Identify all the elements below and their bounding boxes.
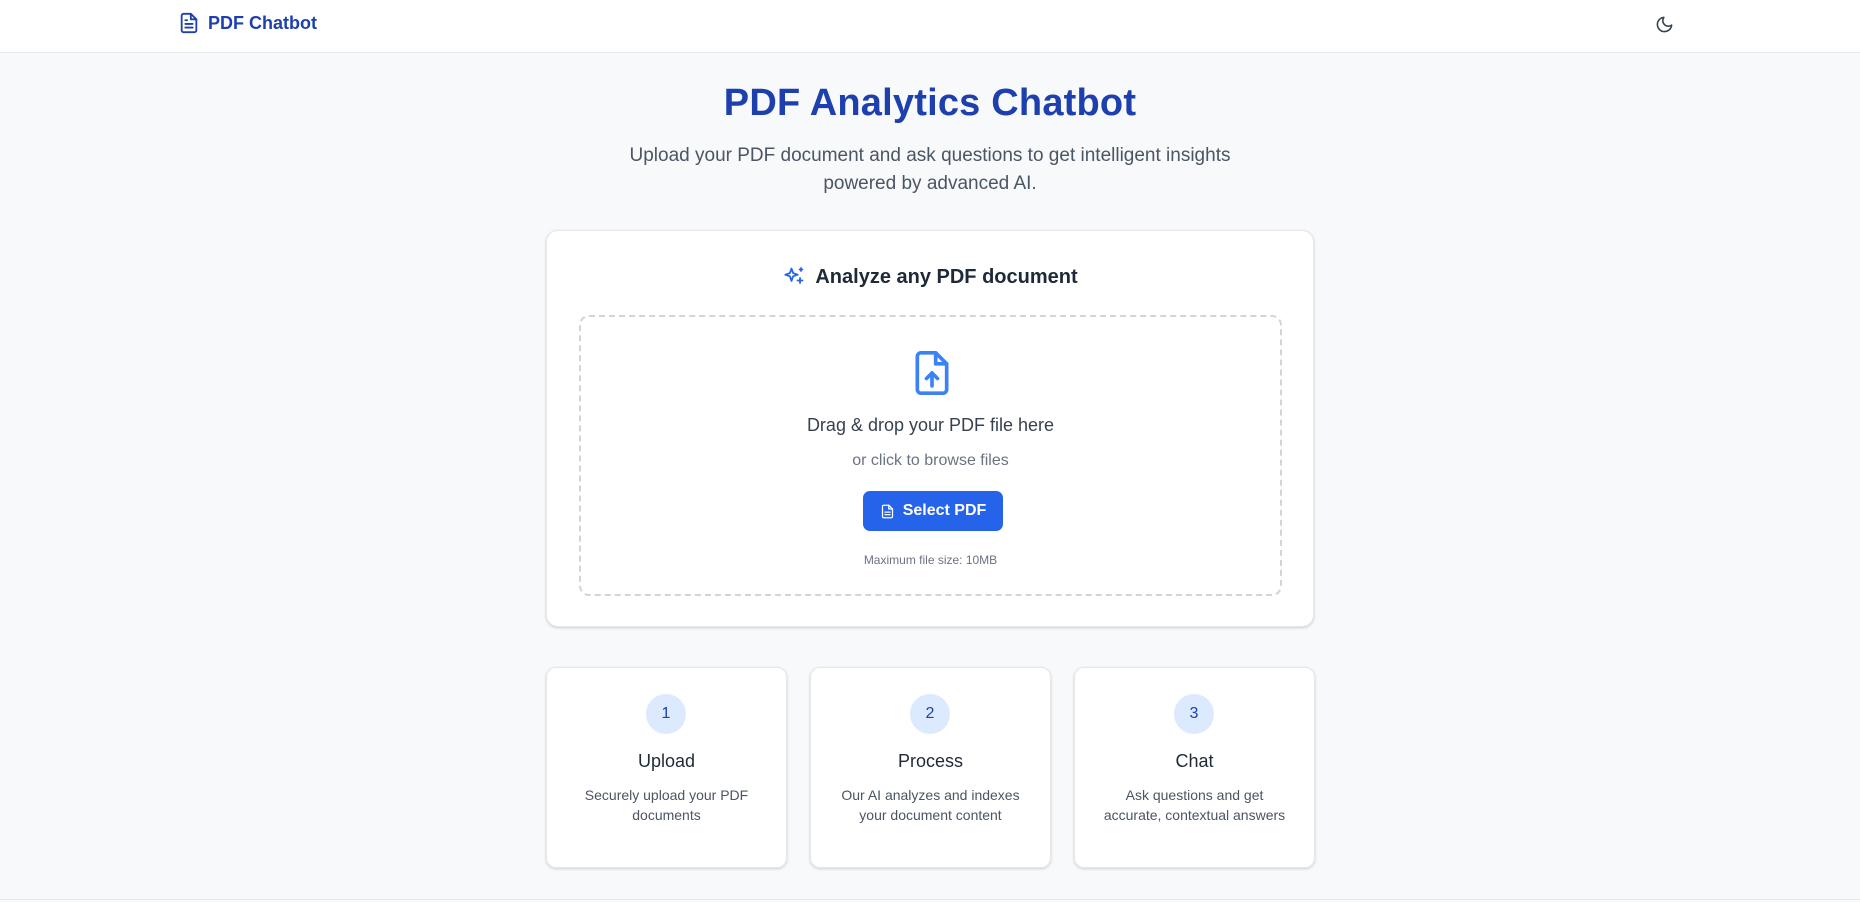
page-subtitle: Upload your PDF document and ask questio… xyxy=(629,145,1231,194)
theme-toggle-button[interactable] xyxy=(1650,10,1678,38)
top-navbar: PDF Chatbot xyxy=(0,0,1860,53)
step-card-chat: 3 Chat Ask questions and get accurate, c… xyxy=(1074,667,1315,868)
upload-card-title: Analyze any PDF document xyxy=(815,265,1078,288)
select-pdf-label: Select PDF xyxy=(902,502,987,519)
step-number-badge: 3 xyxy=(1174,694,1214,734)
sparkles-icon xyxy=(784,267,804,284)
step-title: Process xyxy=(897,751,964,771)
moon-icon xyxy=(1656,16,1672,32)
dropzone-heading: Drag & drop your PDF file here xyxy=(806,415,1055,435)
upload-card: Analyze any PDF document Drag & drop you… xyxy=(546,230,1314,627)
file-size-hint: Maximum file size: 10MB xyxy=(863,553,998,567)
pdf-dropzone[interactable]: Drag & drop your PDF file here or click … xyxy=(579,315,1282,596)
file-upload-icon xyxy=(915,351,949,395)
brand-name: PDF Chatbot xyxy=(208,12,317,33)
step-card-upload: 1 Upload Securely upload your PDF docume… xyxy=(546,667,787,868)
page-title: PDF Analytics Chatbot xyxy=(723,82,1137,124)
select-pdf-button[interactable]: Select PDF xyxy=(863,491,1003,531)
step-card-process: 2 Process Our AI analyzes and indexes yo… xyxy=(810,667,1051,868)
step-title: Upload xyxy=(637,751,696,771)
step-description: Ask questions and get accurate, contextu… xyxy=(1103,787,1286,823)
footer-divider xyxy=(0,899,1860,900)
file-text-icon xyxy=(180,12,198,34)
step-number-badge: 1 xyxy=(646,694,686,734)
step-title: Chat xyxy=(1175,751,1214,771)
brand-link[interactable]: PDF Chatbot xyxy=(178,10,317,36)
file-text-icon xyxy=(881,504,893,518)
upload-card-header: Analyze any PDF document xyxy=(547,265,1313,289)
step-description: Securely upload your PDF documents xyxy=(584,787,749,823)
dropzone-subheading: or click to browse files xyxy=(852,452,1009,469)
step-description: Our AI analyzes and indexes your documen… xyxy=(841,787,1020,823)
step-number-badge: 2 xyxy=(910,694,950,734)
